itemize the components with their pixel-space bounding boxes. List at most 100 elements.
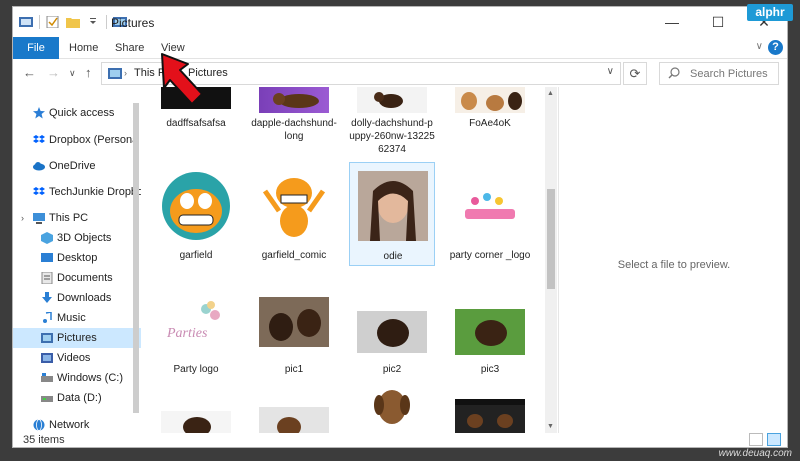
nav-item-label: Music <box>57 312 86 324</box>
nav-item-dropbox-personal[interactable]: Dropbox (Persona <box>13 130 141 150</box>
file-name: pic2 <box>382 364 402 375</box>
nav-item-quick-access[interactable]: Quick access <box>13 103 141 123</box>
nav-item-label: Desktop <box>57 252 98 264</box>
pictures-icon <box>41 333 53 343</box>
tab-home[interactable]: Home <box>59 37 108 59</box>
nav-item-label: Data (D:) <box>57 392 102 404</box>
file-tile[interactable]: garfield_comic <box>251 167 337 267</box>
folder-app-icon <box>19 17 33 27</box>
file-tile[interactable] <box>153 409 239 433</box>
file-tile[interactable]: pic2 <box>349 297 435 377</box>
nav-item-label: OneDrive <box>49 160 96 172</box>
thumbnail <box>259 297 329 347</box>
file-name: garfield <box>179 250 213 261</box>
file-tile[interactable]: garfield <box>153 167 239 267</box>
file-tile[interactable]: FoAe4oK <box>447 87 533 157</box>
details-view-icon[interactable] <box>749 433 763 446</box>
nav-item-this-pc[interactable]: › This PC <box>13 208 141 228</box>
nav-item-desktop[interactable]: Desktop <box>13 248 141 268</box>
dog-picture <box>374 92 403 108</box>
nav-item-data-d[interactable]: Data (D:) <box>13 388 141 408</box>
new-folder-icon[interactable] <box>66 16 80 28</box>
file-tile[interactable]: party corner _logo <box>447 167 533 267</box>
content-scrollbar-thumb[interactable] <box>547 189 555 289</box>
nav-item-music[interactable]: Music <box>13 308 141 328</box>
nav-item-videos[interactable]: Videos <box>13 348 141 368</box>
recent-locations-icon[interactable]: ∨ <box>69 68 76 79</box>
address-dropdown-icon[interactable]: ∨ <box>607 66 614 77</box>
tab-share[interactable]: Share <box>105 37 154 59</box>
tab-file[interactable]: File <box>13 37 59 59</box>
party-corner-logo-picture <box>465 193 515 219</box>
watermark: www.deuaq.com <box>718 448 792 459</box>
dog-picture <box>273 93 319 108</box>
file-tile[interactable] <box>447 399 533 433</box>
alphr-badge: alphr <box>747 4 793 21</box>
thumbnail <box>358 171 428 241</box>
back-button[interactable]: ← <box>23 65 36 80</box>
address-row: ← → ∨ ↑ › This PC › Pictures ∨ ⟳ Search … <box>13 59 787 87</box>
file-tile[interactable]: dapple-dachshund-long <box>251 87 337 157</box>
scroll-down-icon[interactable]: ▼ <box>547 423 554 430</box>
thumbnail <box>455 309 525 355</box>
maximize-button[interactable]: ☐ <box>695 7 741 37</box>
properties-icon[interactable] <box>46 16 60 28</box>
nav-item-windows-c[interactable]: Windows (C:) <box>13 368 141 388</box>
minimize-button[interactable]: — <box>649 7 695 37</box>
dog-picture <box>259 297 329 347</box>
nav-item-techjunkie-dropbox[interactable]: TechJunkie Dropbo <box>13 182 141 202</box>
nav-item-3d-objects[interactable]: 3D Objects <box>13 228 141 248</box>
large-icons-view-icon[interactable] <box>767 433 781 446</box>
music-icon <box>43 312 52 323</box>
file-tile[interactable]: Parties Party logo <box>153 297 239 377</box>
file-tile[interactable]: pic3 <box>447 297 533 377</box>
file-name: FoAe4oK <box>469 118 511 129</box>
nav-item-pictures[interactable]: Pictures <box>13 328 141 348</box>
thumbnail <box>161 171 231 241</box>
expand-ribbon-icon[interactable]: ∨ <box>756 41 763 52</box>
search-box[interactable]: Search Pictures <box>659 62 779 85</box>
navigation-scrollbar[interactable] <box>131 93 141 433</box>
file-tile[interactable] <box>349 383 435 433</box>
up-button[interactable]: ↑ <box>85 65 92 80</box>
file-tile[interactable]: dolly-dachshund-puppy-260nw-1322562374 <box>349 87 435 157</box>
search-placeholder: Search Pictures <box>690 68 768 80</box>
file-tile[interactable] <box>251 407 337 433</box>
file-tile-selected[interactable]: odie <box>349 162 435 266</box>
red-arrow-annotation-icon <box>161 53 203 105</box>
drive-icon <box>41 373 53 382</box>
file-name: garfield_comic <box>261 250 327 261</box>
file-tile[interactable]: pic1 <box>251 297 337 377</box>
file-name: odie <box>383 251 403 262</box>
thumbnail <box>455 87 525 113</box>
file-name: party corner _logo <box>449 250 531 261</box>
network-icon <box>33 419 45 431</box>
thumbnail <box>259 87 329 113</box>
nav-item-onedrive[interactable]: OneDrive <box>13 156 141 176</box>
refresh-button[interactable]: ⟳ <box>623 62 647 85</box>
thumbnail <box>161 411 231 433</box>
nav-item-network[interactable]: Network <box>13 415 141 435</box>
navigation-scrollbar-thumb[interactable] <box>133 103 139 413</box>
computer-icon <box>33 213 45 224</box>
forward-button[interactable]: → <box>47 65 60 80</box>
window-title: Pictures <box>111 16 155 30</box>
screenshot-frame: alphr Pictures — ☐ ✕ File Home Share Vie… <box>0 0 800 461</box>
nav-item-label: 3D Objects <box>57 232 112 244</box>
dog-picture <box>455 405 525 433</box>
nav-item-downloads[interactable]: Downloads <box>13 288 141 308</box>
nav-item-label: Pictures <box>57 332 97 344</box>
preview-message: Select a file to preview. <box>617 259 731 271</box>
title-bar: Pictures — ☐ ✕ <box>13 7 787 37</box>
nav-item-label: Dropbox (Persona <box>49 134 139 146</box>
garfield-comic-picture <box>262 178 326 237</box>
nav-item-documents[interactable]: Documents <box>13 268 141 288</box>
content-scrollbar[interactable]: ▲ ▼ <box>545 87 557 433</box>
expand-chevron-icon[interactable]: › <box>21 208 24 228</box>
scroll-up-icon[interactable]: ▲ <box>547 90 554 97</box>
customize-toolbar-icon[interactable] <box>86 16 100 28</box>
ribbon-tabs: File Home Share View ∨ ? <box>13 37 787 59</box>
video-icon <box>41 353 53 363</box>
thumbnail <box>259 407 329 433</box>
help-icon[interactable]: ? <box>768 40 783 55</box>
